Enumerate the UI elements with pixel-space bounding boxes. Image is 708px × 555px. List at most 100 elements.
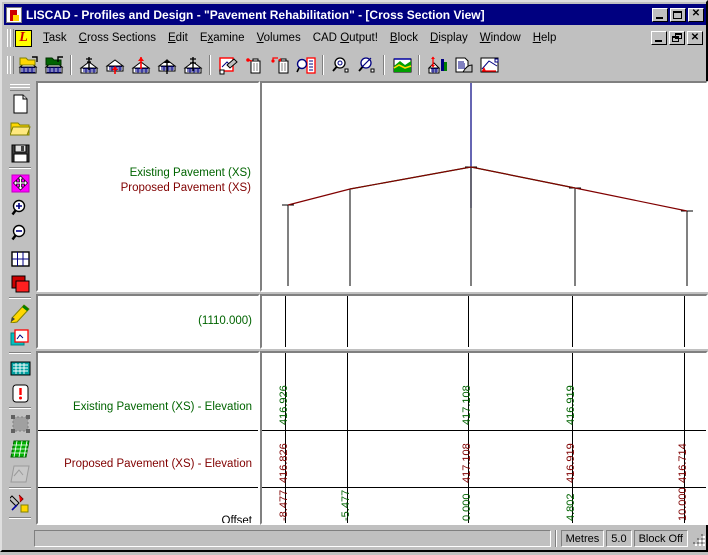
tools-palette-icon[interactable] [7, 491, 33, 516]
save-cross-section-icon[interactable] [42, 53, 66, 77]
chainage-label-panel: (1110.000) [36, 294, 260, 349]
section-first-icon[interactable] [77, 53, 101, 77]
row-label-offset: Offset [221, 515, 252, 523]
toolbar-drag-grip[interactable] [6, 56, 14, 74]
menu-bar: Task Cross Sections Edit Examine Volumes… [4, 27, 706, 49]
section-properties-icon[interactable] [294, 53, 318, 77]
status-bar: Metres 5.0 Block Off [4, 527, 706, 550]
window-title: LISCAD - Profiles and Design - "Pavement… [26, 7, 485, 22]
offset-value: -8.477 [278, 489, 290, 521]
zoom-in-icon[interactable] [7, 196, 33, 221]
menu-block[interactable]: Block [384, 30, 424, 46]
resize-grip[interactable] [692, 532, 706, 546]
existing-elevation-value: 417.108 [461, 385, 473, 425]
mdi-close-button[interactable]: ✕ [687, 31, 703, 45]
offset-value: 10.000 [677, 487, 689, 521]
zoom-in-icon[interactable] [329, 53, 353, 77]
row-label-existing-elevation: Existing Pavement (XS) - Elevation [73, 401, 252, 413]
insert-point-icon[interactable] [268, 53, 292, 77]
menu-edit[interactable]: Edit [162, 30, 194, 46]
menu-task[interactable]: Task [37, 30, 73, 46]
liscad-logo-icon[interactable] [15, 29, 32, 47]
open-cross-section-icon[interactable] [16, 53, 40, 77]
zoom-out-icon[interactable] [355, 53, 379, 77]
sidebar-separator [9, 407, 31, 410]
section-next-icon[interactable] [129, 53, 153, 77]
existing-pavement-line [349, 166, 576, 190]
proposed-elevation-value: 416.919 [565, 443, 577, 483]
section-graph-panel[interactable] [260, 81, 708, 292]
status-divider [554, 530, 558, 547]
menu-volumes[interactable]: Volumes [251, 30, 307, 46]
window-buttons: ✕ [652, 7, 704, 22]
status-message [34, 530, 551, 547]
mdi-minimize-button[interactable] [651, 31, 667, 45]
menu-display[interactable]: Display [424, 30, 474, 46]
mdi-restore-button[interactable] [669, 31, 685, 45]
row-label-proposed-elevation: Proposed Pavement (XS) - Elevation [64, 458, 252, 470]
save-disk-icon[interactable] [7, 141, 33, 166]
design-icon[interactable] [477, 53, 501, 77]
pencil-edit-icon[interactable] [7, 301, 33, 326]
alert-exclamation-icon[interactable] [7, 381, 33, 406]
section-goto-icon[interactable] [181, 53, 205, 77]
selection-box-icon[interactable] [7, 411, 33, 436]
open-folder-icon[interactable] [7, 116, 33, 141]
sidebar-separator [9, 517, 31, 520]
copy-layers-icon[interactable] [7, 326, 33, 351]
window-tile-icon[interactable] [7, 246, 33, 271]
disabled-tool-icon [7, 461, 33, 486]
main-toolbar [4, 51, 706, 79]
liscad-icon [6, 6, 22, 23]
proposed-elevation-value: 416.714 [677, 443, 689, 483]
cross-section-view: Existing Pavement (XS) Proposed Pavement… [36, 81, 708, 525]
close-button[interactable]: ✕ [688, 7, 704, 22]
legend-existing-pavement: Existing Pavement (XS) [129, 167, 251, 179]
colour-swatch-icon[interactable] [7, 271, 33, 296]
report-icon[interactable] [451, 53, 475, 77]
sidebar-separator [9, 352, 31, 355]
proposed-elevation-value: 417.108 [461, 443, 473, 483]
offset-value: 4.802 [565, 493, 577, 521]
toolbar-separator [322, 55, 325, 75]
title-bar: LISCAD - Profiles and Design - "Pavement… [4, 4, 706, 25]
map-view-icon[interactable] [390, 53, 414, 77]
menu-help[interactable]: Help [527, 30, 563, 46]
cross-section-plot[interactable] [262, 83, 706, 290]
proposed-elevation-value: 416.826 [278, 443, 290, 483]
minimize-button[interactable] [652, 7, 668, 22]
new-file-icon[interactable] [7, 91, 33, 116]
toolbar-separator [418, 55, 421, 75]
edit-section-icon[interactable] [216, 53, 240, 77]
menu-examine[interactable]: Examine [194, 30, 251, 46]
section-last-icon[interactable] [155, 53, 179, 77]
status-block[interactable]: Block Off [633, 530, 688, 547]
proposed-pavement-line [287, 166, 688, 212]
keyboard-entry-icon[interactable] [7, 356, 33, 381]
section-previous-icon[interactable] [103, 53, 127, 77]
sidebar-drag-grip[interactable] [10, 83, 30, 91]
table-label-panel: Existing Pavement (XS) - Elevation Propo… [36, 351, 260, 525]
status-scale[interactable]: 5.0 [606, 530, 632, 547]
table-value-panel[interactable]: 416.926 417.108 416.919 /* positional fi… [260, 351, 708, 525]
existing-elevation-value: 416.919 [565, 385, 577, 425]
menu-drag-grip[interactable] [6, 29, 14, 47]
toolbar-separator [383, 55, 386, 75]
sidebar-separator [9, 167, 31, 170]
volumes-icon[interactable] [425, 53, 449, 77]
hatch-fill-icon[interactable] [7, 436, 33, 461]
offset-value: 0.000 [461, 493, 473, 521]
maximize-button[interactable] [670, 7, 686, 22]
menu-cad-output[interactable]: CAD Output! [307, 30, 384, 46]
chainage-grid-panel [260, 294, 708, 349]
zoom-out-icon[interactable] [7, 221, 33, 246]
left-toolbar [4, 81, 36, 540]
application-window: LISCAD - Profiles and Design - "Pavement… [0, 0, 708, 552]
mdi-child-buttons: ✕ [651, 31, 703, 45]
status-units[interactable]: Metres [560, 530, 605, 547]
sidebar-separator [9, 297, 31, 300]
pan-move-icon[interactable] [7, 171, 33, 196]
delete-point-icon[interactable] [242, 53, 266, 77]
menu-cross-sections[interactable]: Cross Sections [73, 30, 162, 46]
menu-window[interactable]: Window [474, 30, 527, 46]
